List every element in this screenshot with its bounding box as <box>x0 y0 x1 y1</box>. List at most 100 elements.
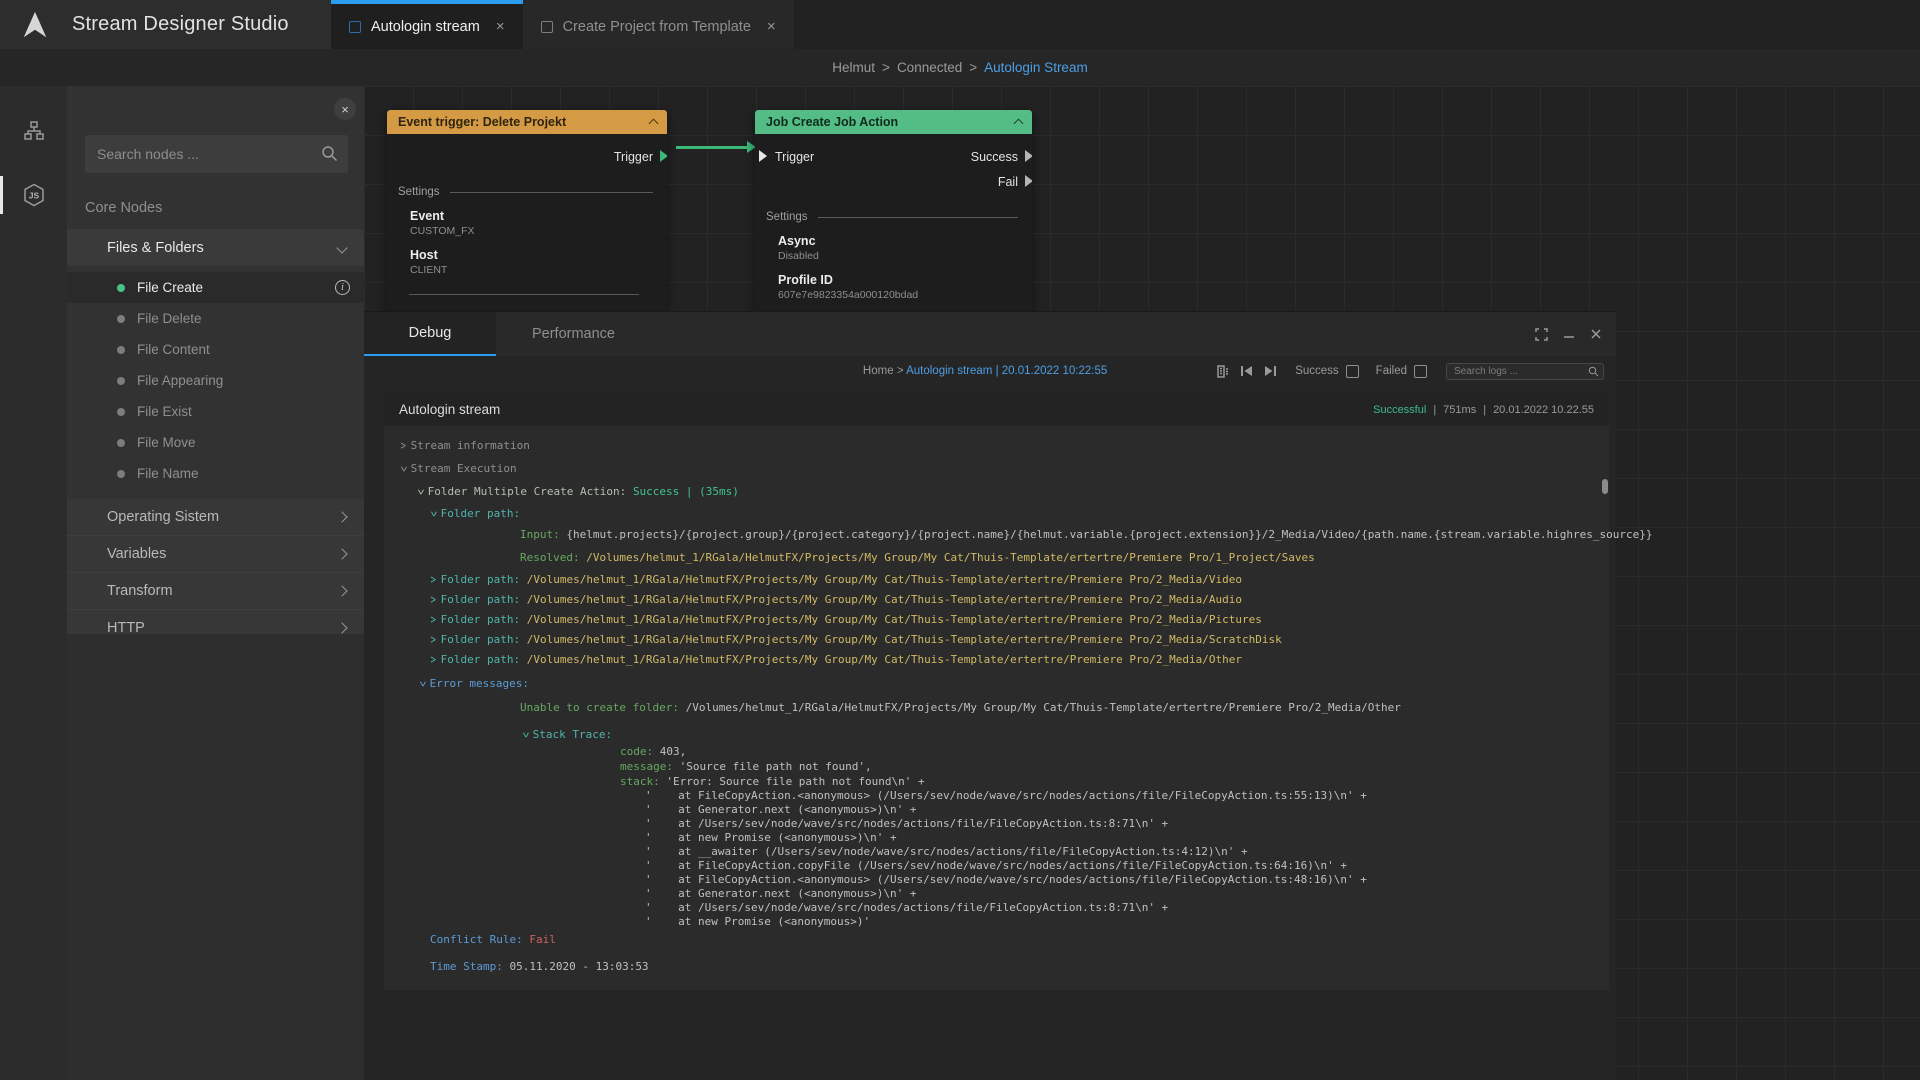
sidebar-item-file-content[interactable]: File Content <box>67 334 364 365</box>
expand-panel-icon[interactable] <box>1535 328 1548 341</box>
collapse-chevron-icon[interactable]: > <box>396 466 411 471</box>
skip-next-icon[interactable] <box>1263 364 1278 378</box>
collapse-chevron-icon[interactable]: > <box>518 732 533 737</box>
expand-chevron-icon[interactable]: > <box>431 632 436 647</box>
search-logs-input[interactable] <box>1446 363 1604 380</box>
debug-breadcrumb: Home > Autologin stream | 20.01.2022 10:… <box>863 365 1107 377</box>
log-lines: >Stream information>Stream Execution>Fol… <box>384 426 1609 974</box>
output-port[interactable] <box>660 150 667 162</box>
expand-chevron-icon[interactable]: > <box>431 612 436 627</box>
log-text-line: Time Stamp: 05.11.2020 - 13:03:53 <box>393 960 1603 974</box>
stream-canvas[interactable]: Event trigger: Delete Projekt Trigger Se… <box>364 86 1920 1080</box>
log-tree-line[interactable]: >Folder path: /Volumes/helmut_1/RGala/He… <box>393 653 1603 667</box>
node-setting[interactable]: EventCUSTOM_FX <box>410 209 653 237</box>
sidebar-item-file-delete[interactable]: File Delete <box>67 303 364 334</box>
collapse-chevron-icon[interactable] <box>649 119 659 129</box>
rail-streams-button[interactable] <box>0 108 67 154</box>
log-tree-line[interactable]: >Stream Execution <box>393 462 1603 476</box>
tab-close-icon[interactable]: × <box>767 18 776 35</box>
sidebar-item-file-name[interactable]: File Name <box>67 458 364 489</box>
node-setting[interactable]: HostCLIENT <box>410 248 653 276</box>
filter-success-checkbox[interactable] <box>1346 365 1359 378</box>
log-segment: ' at FileCopyAction.<anonymous> (/Users/… <box>645 873 1367 886</box>
sidebar-group-operating-sistem[interactable]: Operating Sistem <box>67 499 364 536</box>
log-tree-line[interactable]: >Folder path: /Volumes/helmut_1/RGala/He… <box>393 633 1603 647</box>
chevron-right-icon <box>336 548 347 559</box>
collapse-chevron-icon[interactable]: > <box>413 489 428 494</box>
log-segment: 403, <box>660 745 687 758</box>
node-header[interactable]: Job Create Job Action <box>755 110 1032 134</box>
group-label: Transform <box>107 583 173 599</box>
node-dot-icon <box>117 284 125 292</box>
close-panel-icon[interactable] <box>1590 328 1602 340</box>
node-job-create[interactable]: Job Create Job Action Trigger Success Fa… <box>755 110 1032 311</box>
log-scrollbar[interactable] <box>1602 479 1608 494</box>
search-nodes-input[interactable] <box>85 135 348 173</box>
sidebar-group-transform[interactable]: Transform <box>67 573 364 610</box>
debug-breadcrumb-current[interactable]: Autologin stream | 20.01.2022 10:22:55 <box>906 365 1107 377</box>
log-text-line: ' at Generator.next (<anonymous>)\n' + <box>393 803 1603 817</box>
connection-trigger-trigger[interactable] <box>676 146 748 149</box>
node-header[interactable]: Event trigger: Delete Projekt <box>387 110 667 134</box>
setting-label: Async <box>778 234 1018 248</box>
debug-breadcrumb-home[interactable]: Home <box>863 365 894 377</box>
log-segment: stack: <box>620 775 666 788</box>
node-setting[interactable]: AsyncDisabled <box>778 234 1018 262</box>
tab-close-icon[interactable]: × <box>496 18 505 35</box>
window-tab[interactable]: Create Project from Template× <box>523 0 794 49</box>
log-segment: Folder path: <box>441 507 520 520</box>
input-port[interactable] <box>759 150 767 162</box>
log-text-line: ' at FileCopyAction.<anonymous> (/Users/… <box>393 789 1603 803</box>
tab-performance[interactable]: Performance <box>496 312 651 356</box>
output-port[interactable] <box>1025 175 1032 187</box>
sidebar-item-file-create[interactable]: File Createi <box>67 272 364 303</box>
log-tree-line[interactable]: >Folder path: <box>393 507 1603 521</box>
log-entry-header[interactable]: Autologin stream Successful | 751ms | 20… <box>384 393 1609 426</box>
collapse-chevron-icon[interactable]: > <box>426 511 441 516</box>
minimize-panel-icon[interactable] <box>1563 328 1575 340</box>
log-tree-line[interactable]: >Folder path: /Volumes/helmut_1/RGala/He… <box>393 593 1603 607</box>
skip-previous-icon[interactable] <box>1239 364 1254 378</box>
node-event-trigger[interactable]: Event trigger: Delete Projekt Trigger Se… <box>387 110 667 311</box>
window-tab[interactable]: Autologin stream× <box>331 0 523 49</box>
expand-chevron-icon[interactable]: > <box>431 592 436 607</box>
info-icon[interactable]: i <box>335 280 350 295</box>
rail-nodes-button[interactable]: JS <box>0 172 67 218</box>
sidebar-group-files-folders[interactable]: Files & Folders <box>67 229 364 266</box>
top-bar: Stream Designer Studio Autologin stream×… <box>0 0 1920 49</box>
output-port[interactable] <box>1025 150 1032 162</box>
sitemap-icon <box>23 120 45 142</box>
sidebar-close-icon[interactable]: × <box>334 98 356 120</box>
log-segment: ' at new Promise (<anonymous>)\n' + <box>645 831 897 844</box>
breadcrumb-item[interactable]: Connected <box>897 60 962 75</box>
log-tree-line[interactable]: >Stack Trace: <box>393 728 1603 742</box>
sidebar-group-variables[interactable]: Variables <box>67 536 364 573</box>
collapse-chevron-icon[interactable]: > <box>415 681 430 686</box>
log-tree-line[interactable]: >Folder path: /Volumes/helmut_1/RGala/He… <box>393 573 1603 587</box>
expand-chevron-icon[interactable]: > <box>431 572 436 587</box>
app-brand: Stream Designer Studio <box>0 0 331 49</box>
collapse-chevron-icon[interactable] <box>1014 119 1024 129</box>
port-label: Fail <box>998 175 1018 189</box>
tab-debug[interactable]: Debug <box>364 312 496 356</box>
expand-chevron-icon[interactable]: > <box>431 652 436 667</box>
log-tree-line[interactable]: >Stream information <box>393 439 1603 453</box>
log-tree-line[interactable]: >Folder path: /Volumes/helmut_1/RGala/He… <box>393 613 1603 627</box>
app-logo-icon <box>20 10 50 40</box>
node-setting[interactable]: Profile ID607e7e9823354a000120bdad <box>778 273 1018 301</box>
breadcrumb-current[interactable]: Autologin Stream <box>984 60 1088 75</box>
filter-failed-checkbox[interactable] <box>1414 365 1427 378</box>
clear-logs-icon[interactable] <box>1215 364 1230 379</box>
group-label: Operating Sistem <box>107 509 219 525</box>
breadcrumb-item[interactable]: Helmut <box>832 60 875 75</box>
breadcrumb-separator: > <box>969 60 977 75</box>
sidebar-item-file-exist[interactable]: File Exist <box>67 396 364 427</box>
sidebar-group-http[interactable]: HTTP <box>67 610 364 634</box>
log-text-line: ' at /Users/sev/node/wave/src/nodes/acti… <box>393 901 1603 915</box>
log-tree-line[interactable]: >Folder Multiple Create Action: Success … <box>393 485 1603 499</box>
sidebar-item-file-appearing[interactable]: File Appearing <box>67 365 364 396</box>
log-tree-line[interactable]: >Error messages: <box>393 677 1603 691</box>
log-entry: Autologin stream Successful | 751ms | 20… <box>384 393 1609 990</box>
expand-chevron-icon[interactable]: > <box>401 438 406 453</box>
sidebar-item-file-move[interactable]: File Move <box>67 427 364 458</box>
